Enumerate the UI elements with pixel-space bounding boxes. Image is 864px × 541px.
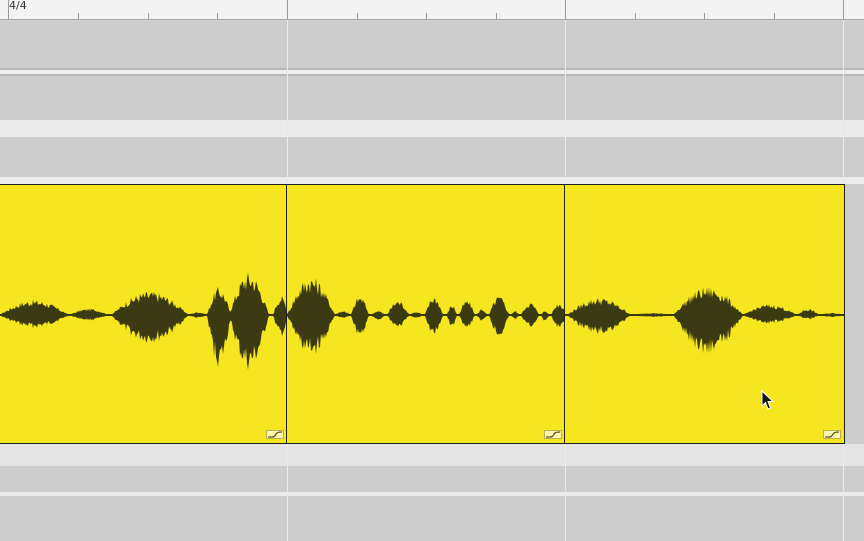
fade-curve-icon[interactable] <box>823 430 841 439</box>
ruler-beat-tick <box>357 13 358 19</box>
ruler-beat-tick <box>774 13 775 19</box>
waveform <box>565 287 844 354</box>
ruler-bar-tick <box>8 0 9 19</box>
mouse-pointer-icon <box>761 390 775 410</box>
track-divider <box>0 444 864 466</box>
ruler-beat-tick <box>496 13 497 19</box>
time-signature-label: 4/4 <box>9 0 27 12</box>
track-divider <box>0 177 864 184</box>
audio-clip-2[interactable] <box>286 184 566 444</box>
track-divider <box>0 120 864 137</box>
waveform <box>287 278 565 354</box>
ruler-beat-tick <box>217 13 218 19</box>
ruler-beat-tick <box>704 13 705 19</box>
ruler-bar-tick <box>843 0 844 19</box>
track-lane-3[interactable] <box>0 137 864 177</box>
timeline-ruler[interactable]: 4/4 <box>0 0 864 20</box>
fade-curve-icon[interactable] <box>266 430 284 439</box>
waveform <box>0 272 287 370</box>
ruler-bar-tick <box>565 0 566 19</box>
ruler-beat-tick <box>78 13 79 19</box>
ruler-beat-tick <box>635 13 636 19</box>
ruler-beat-tick <box>426 13 427 19</box>
track-lane-5[interactable] <box>0 466 864 492</box>
track-lane-1[interactable] <box>0 21 864 68</box>
ruler-bar-tick <box>287 0 288 19</box>
ruler-beat-tick <box>148 13 149 19</box>
audio-clip-3[interactable] <box>564 184 845 444</box>
track-lane-6[interactable] <box>0 496 864 541</box>
track-lane-2[interactable] <box>0 76 864 120</box>
audio-clip-1[interactable] <box>0 184 288 444</box>
fade-curve-icon[interactable] <box>544 430 562 439</box>
